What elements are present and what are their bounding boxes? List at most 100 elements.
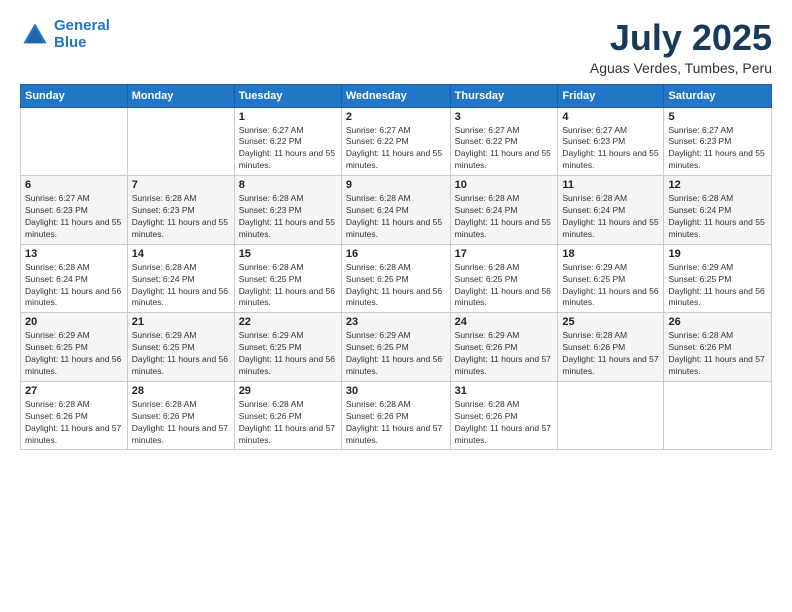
day-info: Sunrise: 6:28 AM Sunset: 6:26 PM Dayligh… (455, 399, 554, 447)
day-info: Sunrise: 6:27 AM Sunset: 6:23 PM Dayligh… (668, 125, 767, 173)
day-number: 4 (562, 111, 659, 123)
calendar-cell: 20Sunrise: 6:29 AM Sunset: 6:25 PM Dayli… (21, 313, 128, 382)
day-info: Sunrise: 6:29 AM Sunset: 6:25 PM Dayligh… (346, 330, 446, 378)
day-number: 7 (132, 179, 230, 191)
header-row: SundayMondayTuesdayWednesdayThursdayFrid… (21, 84, 772, 107)
col-header-saturday: Saturday (664, 84, 772, 107)
day-number: 14 (132, 248, 230, 260)
day-info: Sunrise: 6:28 AM Sunset: 6:26 PM Dayligh… (132, 399, 230, 447)
calendar-cell: 1 Sunrise: 6:27 AM Sunset: 6:22 PM Daylig… (234, 107, 341, 176)
week-row-5: 27 Sunrise: 6:28 AM Sunset: 6:26 PM Dayli… (21, 381, 772, 450)
calendar-cell: 8Sunrise: 6:28 AM Sunset: 6:23 PM Daylig… (234, 176, 341, 245)
day-info: Sunrise: 6:28 AM Sunset: 6:25 PM Dayligh… (239, 262, 337, 310)
day-number: 9 (346, 179, 446, 191)
calendar-cell: 5 Sunrise: 6:27 AM Sunset: 6:23 PM Daylig… (664, 107, 772, 176)
day-info: Sunrise: 6:28 AM Sunset: 6:24 PM Dayligh… (562, 193, 659, 241)
day-number: 17 (455, 248, 554, 260)
calendar-cell: 31 Sunrise: 6:28 AM Sunset: 6:26 PM Dayli… (450, 381, 558, 450)
calendar-cell: 12 Sunrise: 6:28 AM Sunset: 6:24 PM Dayli… (664, 176, 772, 245)
calendar-cell: 15 Sunrise: 6:28 AM Sunset: 6:25 PM Dayli… (234, 244, 341, 313)
col-header-monday: Monday (127, 84, 234, 107)
calendar-cell: 2Sunrise: 6:27 AM Sunset: 6:22 PM Daylig… (341, 107, 450, 176)
day-info: Sunrise: 6:28 AM Sunset: 6:26 PM Dayligh… (25, 399, 123, 447)
day-info: Sunrise: 6:27 AM Sunset: 6:22 PM Dayligh… (455, 125, 554, 173)
logo: General Blue (20, 18, 110, 51)
day-number: 2 (346, 111, 446, 123)
calendar-cell (127, 107, 234, 176)
calendar-cell: 23Sunrise: 6:29 AM Sunset: 6:25 PM Dayli… (341, 313, 450, 382)
day-info: Sunrise: 6:28 AM Sunset: 6:24 PM Dayligh… (25, 262, 123, 310)
calendar-cell: 19 Sunrise: 6:29 AM Sunset: 6:25 PM Dayli… (664, 244, 772, 313)
week-row-4: 20 Sunrise: 6:29 AM Sunset: 6:25 PM Dayli… (21, 313, 772, 382)
day-number: 20 (25, 316, 123, 328)
calendar-cell: 30Sunrise: 6:28 AM Sunset: 6:26 PM Dayli… (341, 381, 450, 450)
logo-text: General Blue (54, 18, 110, 51)
month-title: July 2025 (590, 18, 772, 58)
calendar-cell: 7 Sunrise: 6:28 AM Sunset: 6:23 PM Daylig… (127, 176, 234, 245)
location-subtitle: Aguas Verdes, Tumbes, Peru (590, 60, 772, 76)
day-number: 26 (668, 316, 767, 328)
calendar-cell: 29Sunrise: 6:28 AM Sunset: 6:26 PM Dayli… (234, 381, 341, 450)
day-number: 6 (25, 179, 123, 191)
day-info: Sunrise: 6:29 AM Sunset: 6:25 PM Dayligh… (668, 262, 767, 310)
calendar-cell (558, 381, 664, 450)
logo-icon (20, 20, 50, 50)
day-info: Sunrise: 6:28 AM Sunset: 6:26 PM Dayligh… (562, 330, 659, 378)
week-row-2: 6 Sunrise: 6:27 AM Sunset: 6:23 PM Daylig… (21, 176, 772, 245)
day-number: 16 (346, 248, 446, 260)
day-info: Sunrise: 6:27 AM Sunset: 6:23 PM Dayligh… (562, 125, 659, 173)
title-block: July 2025 Aguas Verdes, Tumbes, Peru (590, 18, 772, 76)
day-number: 29 (239, 385, 337, 397)
day-number: 27 (25, 385, 123, 397)
calendar-cell: 4 Sunrise: 6:27 AM Sunset: 6:23 PM Daylig… (558, 107, 664, 176)
day-info: Sunrise: 6:28 AM Sunset: 6:25 PM Dayligh… (346, 262, 446, 310)
day-info: Sunrise: 6:29 AM Sunset: 6:25 PM Dayligh… (562, 262, 659, 310)
week-row-3: 13 Sunrise: 6:28 AM Sunset: 6:24 PM Dayli… (21, 244, 772, 313)
day-number: 11 (562, 179, 659, 191)
day-number: 10 (455, 179, 554, 191)
logo-line2: Blue (54, 34, 87, 51)
col-header-sunday: Sunday (21, 84, 128, 107)
calendar-cell: 22 Sunrise: 6:29 AM Sunset: 6:25 PM Dayli… (234, 313, 341, 382)
day-number: 13 (25, 248, 123, 260)
calendar-cell: 16 Sunrise: 6:28 AM Sunset: 6:25 PM Dayli… (341, 244, 450, 313)
calendar-cell: 28 Sunrise: 6:28 AM Sunset: 6:26 PM Dayli… (127, 381, 234, 450)
day-info: Sunrise: 6:28 AM Sunset: 6:23 PM Dayligh… (239, 193, 337, 241)
day-info: Sunrise: 6:28 AM Sunset: 6:24 PM Dayligh… (455, 193, 554, 241)
day-info: Sunrise: 6:28 AM Sunset: 6:23 PM Dayligh… (132, 193, 230, 241)
col-header-tuesday: Tuesday (234, 84, 341, 107)
calendar-cell: 21Sunrise: 6:29 AM Sunset: 6:25 PM Dayli… (127, 313, 234, 382)
day-number: 28 (132, 385, 230, 397)
col-header-wednesday: Wednesday (341, 84, 450, 107)
calendar-cell: 13 Sunrise: 6:28 AM Sunset: 6:24 PM Dayli… (21, 244, 128, 313)
calendar-cell: 9 Sunrise: 6:28 AM Sunset: 6:24 PM Daylig… (341, 176, 450, 245)
day-info: Sunrise: 6:27 AM Sunset: 6:22 PM Dayligh… (239, 125, 337, 173)
calendar-cell: 24Sunrise: 6:29 AM Sunset: 6:26 PM Dayli… (450, 313, 558, 382)
day-info: Sunrise: 6:28 AM Sunset: 6:24 PM Dayligh… (132, 262, 230, 310)
calendar-cell: 3 Sunrise: 6:27 AM Sunset: 6:22 PM Daylig… (450, 107, 558, 176)
page: General Blue July 2025 Aguas Verdes, Tum… (0, 0, 792, 612)
day-info: Sunrise: 6:28 AM Sunset: 6:26 PM Dayligh… (668, 330, 767, 378)
day-info: Sunrise: 6:28 AM Sunset: 6:24 PM Dayligh… (668, 193, 767, 241)
day-info: Sunrise: 6:28 AM Sunset: 6:25 PM Dayligh… (455, 262, 554, 310)
day-info: Sunrise: 6:28 AM Sunset: 6:24 PM Dayligh… (346, 193, 446, 241)
day-number: 5 (668, 111, 767, 123)
day-number: 3 (455, 111, 554, 123)
day-number: 12 (668, 179, 767, 191)
calendar-header: SundayMondayTuesdayWednesdayThursdayFrid… (21, 84, 772, 107)
day-number: 31 (455, 385, 554, 397)
logo-line1: General (54, 17, 110, 34)
day-number: 15 (239, 248, 337, 260)
day-number: 19 (668, 248, 767, 260)
col-header-friday: Friday (558, 84, 664, 107)
day-info: Sunrise: 6:29 AM Sunset: 6:25 PM Dayligh… (239, 330, 337, 378)
day-info: Sunrise: 6:27 AM Sunset: 6:23 PM Dayligh… (25, 193, 123, 241)
day-info: Sunrise: 6:29 AM Sunset: 6:26 PM Dayligh… (455, 330, 554, 378)
calendar-cell (664, 381, 772, 450)
calendar-cell: 14 Sunrise: 6:28 AM Sunset: 6:24 PM Dayli… (127, 244, 234, 313)
calendar-cell: 10 Sunrise: 6:28 AM Sunset: 6:24 PM Dayli… (450, 176, 558, 245)
day-number: 1 (239, 111, 337, 123)
calendar-cell: 18Sunrise: 6:29 AM Sunset: 6:25 PM Dayli… (558, 244, 664, 313)
day-number: 22 (239, 316, 337, 328)
calendar-cell: 17 Sunrise: 6:28 AM Sunset: 6:25 PM Dayli… (450, 244, 558, 313)
